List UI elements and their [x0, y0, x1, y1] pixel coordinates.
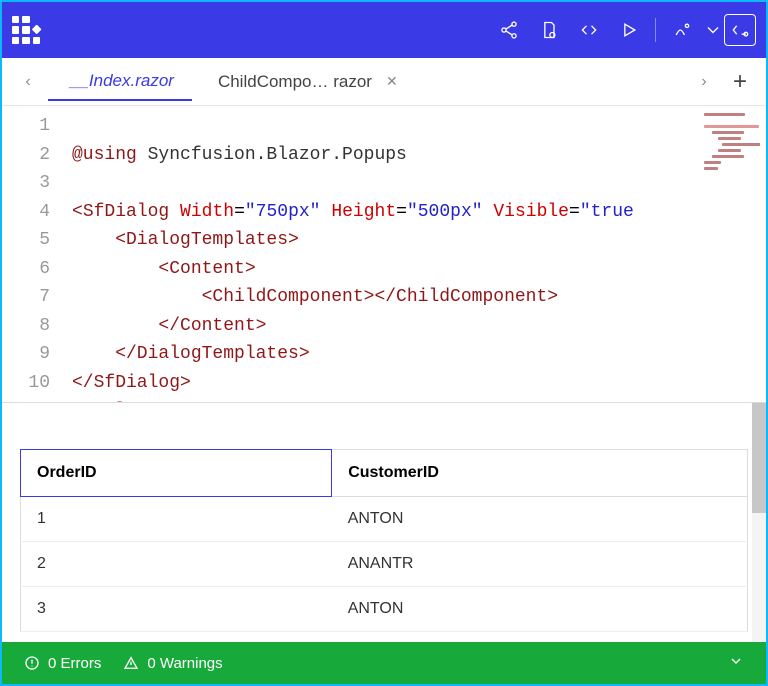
tab-next-button[interactable]: ›: [688, 66, 720, 98]
tab-label: __Index.razor: [70, 71, 174, 91]
app-logo-icon[interactable]: [12, 16, 40, 44]
preview-panel: OrderID CustomerID 1 ANTON 2 ANANTR 3 AN…: [2, 402, 766, 642]
share-icon[interactable]: [489, 10, 529, 50]
status-bar: 0 Errors 0 Warnings: [2, 642, 766, 684]
tab-childcomponent-razor[interactable]: ChildCompo… razor ✕: [196, 64, 416, 100]
tab-bar: ‹ __Index.razor ChildCompo… razor ✕ › +: [2, 58, 766, 106]
format-icon[interactable]: [662, 10, 702, 50]
run-icon[interactable]: [609, 10, 649, 50]
status-expand-icon[interactable]: [728, 653, 744, 673]
code-content[interactable]: @using Syncfusion.Blazor.Popups <SfDialo…: [64, 106, 766, 402]
data-grid[interactable]: OrderID CustomerID 1 ANTON 2 ANANTR 3 AN…: [20, 449, 748, 632]
table-row[interactable]: 2 ANANTR: [21, 542, 748, 587]
warnings-label: 0 Warnings: [147, 655, 222, 672]
line-gutter: 1 2 3 4 5 6 7 8 9 10: [2, 106, 64, 402]
dropdown-icon[interactable]: [702, 10, 724, 50]
scrollbar-thumb[interactable]: [752, 403, 766, 513]
errors-label: 0 Errors: [48, 655, 101, 672]
panel-settings-icon[interactable]: [724, 14, 756, 46]
tab-prev-button[interactable]: ‹: [12, 66, 44, 98]
column-header-customerid[interactable]: CustomerID: [332, 450, 748, 497]
minimap[interactable]: [702, 110, 760, 190]
column-header-orderid[interactable]: OrderID: [21, 450, 332, 497]
add-tab-button[interactable]: +: [724, 66, 756, 98]
code-editor[interactable]: 1 2 3 4 5 6 7 8 9 10 @using Syncfusion.B…: [2, 106, 766, 402]
table-row[interactable]: 3 ANTON: [21, 587, 748, 632]
table-row[interactable]: 1 ANTON: [21, 497, 748, 542]
errors-indicator[interactable]: 0 Errors: [24, 655, 101, 672]
warnings-indicator[interactable]: 0 Warnings: [123, 655, 222, 672]
code-icon[interactable]: [569, 10, 609, 50]
toolbar-separator: [655, 18, 656, 42]
tab-index-razor[interactable]: __Index.razor: [48, 63, 192, 101]
tab-label: ChildCompo… razor: [218, 72, 372, 92]
close-icon[interactable]: ✕: [386, 73, 398, 90]
top-toolbar: [2, 2, 766, 58]
file-settings-icon[interactable]: [529, 10, 569, 50]
